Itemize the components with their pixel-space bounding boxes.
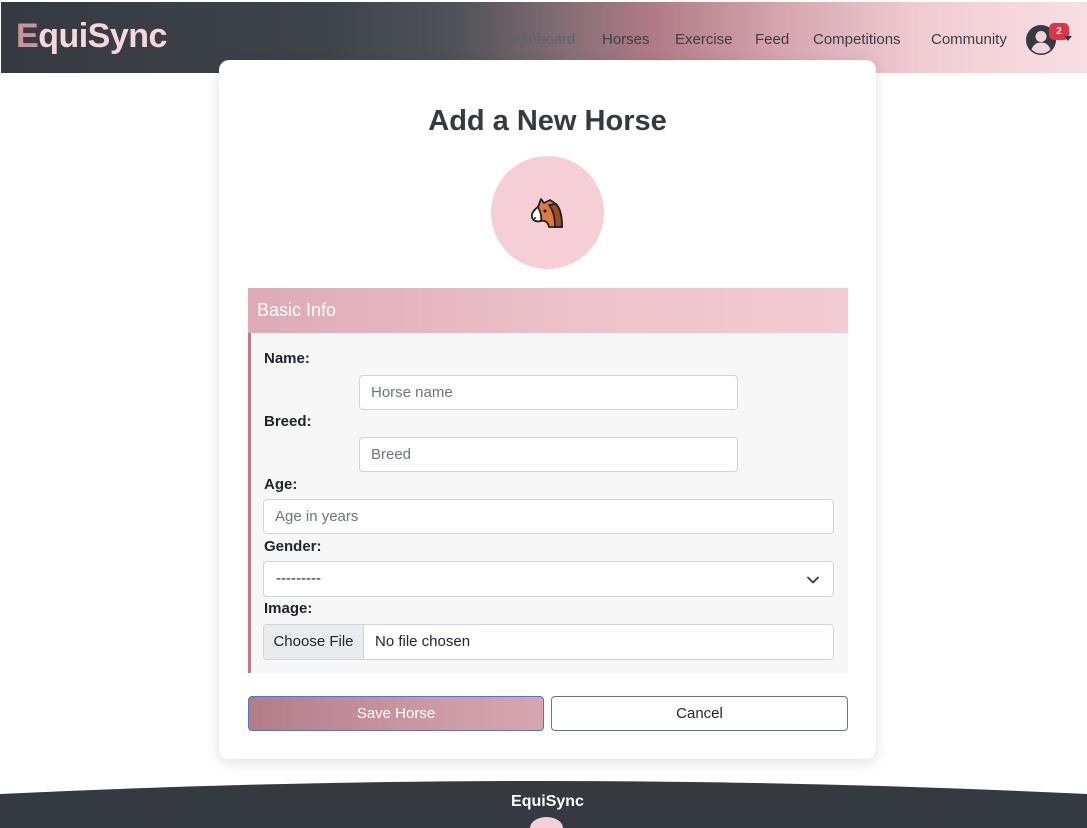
nav-competitions[interactable]: Competitions [813, 30, 901, 50]
chevron-down-icon [807, 576, 819, 584]
horse-face-icon [530, 198, 563, 228]
name-label: Name: [264, 350, 310, 367]
page-title: Add a New Horse [428, 105, 667, 137]
footer-brand: EquiSync [511, 793, 584, 810]
chevron-down-icon [1064, 36, 1072, 41]
image-label: Image: [264, 600, 313, 617]
nav-dashboard[interactable]: Dashboard [502, 30, 575, 50]
horse-name-input[interactable] [359, 375, 738, 410]
gender-select[interactable]: --------- [263, 561, 834, 597]
cancel-button[interactable]: Cancel [551, 696, 848, 731]
age-label: Age: [264, 476, 298, 493]
file-status-text: No file chosen [375, 633, 471, 650]
nav-horses[interactable]: Horses [602, 30, 650, 50]
nav-links: Dashboard Horses Exercise Feed Competiti… [1, 30, 1087, 52]
choose-file-button[interactable]: Choose File [264, 625, 364, 659]
breed-label: Breed: [264, 413, 312, 430]
nav-feed[interactable]: Feed [755, 30, 789, 50]
nav-community[interactable]: Community [931, 30, 1007, 50]
age-input[interactable] [263, 499, 834, 534]
section-header-basic-info: Basic Info [248, 288, 848, 333]
gender-selected-value: --------- [276, 570, 321, 587]
image-file-input[interactable]: Choose File No file chosen [263, 624, 834, 660]
gender-label: Gender: [264, 538, 322, 555]
breed-input[interactable] [359, 437, 738, 472]
save-horse-button[interactable]: Save Horse [248, 696, 544, 731]
nav-exercise[interactable]: Exercise [675, 30, 733, 50]
user-menu-toggle[interactable]: 2 [1025, 22, 1075, 56]
